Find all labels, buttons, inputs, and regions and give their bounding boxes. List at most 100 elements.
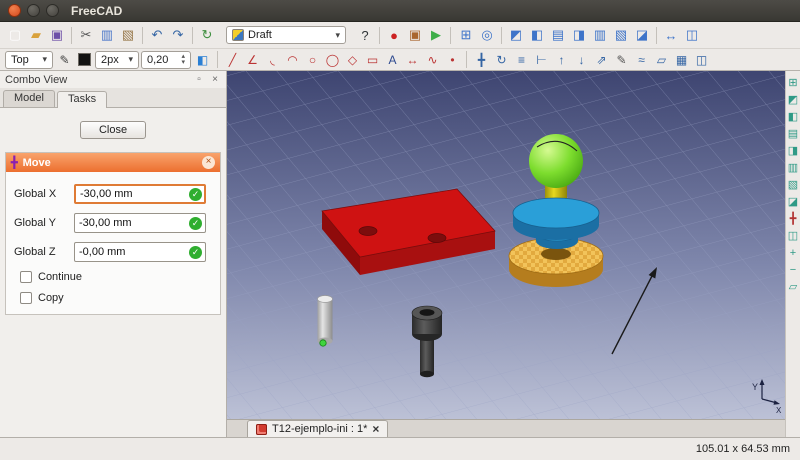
whats-this-icon[interactable]: ? (355, 25, 375, 45)
close-panel-icon[interactable]: × (209, 74, 221, 85)
tab-tasks[interactable]: Tasks (56, 91, 108, 108)
redo-icon[interactable]: ↷ (168, 25, 188, 45)
spinner-down-icon[interactable]: ▾ (181, 59, 185, 66)
view-fit-all-icon[interactable]: ⊞ (456, 25, 476, 45)
window-maximize-button[interactable] (46, 4, 59, 17)
spinner-buttons[interactable]: ▴ ▾ (181, 53, 185, 66)
draft-trimex-icon[interactable]: ⊢ (532, 51, 551, 69)
view-stereo-icon[interactable]: ◫ (682, 25, 702, 45)
close-task-icon[interactable]: × (202, 156, 215, 169)
view-draw-style-icon[interactable]: ◎ (477, 25, 497, 45)
draft-shape-2d-view-icon[interactable]: ▱ (652, 51, 671, 69)
cut-icon[interactable]: ✂ (76, 25, 96, 45)
macro-play-icon[interactable]: ▶ (426, 25, 446, 45)
view-zoom-in-icon[interactable]: + (787, 247, 800, 260)
window-close-button[interactable] (8, 4, 21, 17)
workbench-selector[interactable]: Draft ▾ (226, 26, 346, 44)
draft-ellipse-icon[interactable]: ◯ (323, 51, 342, 69)
open-folder-icon[interactable]: ▰ (26, 25, 46, 45)
draft-polyline-icon[interactable]: ∠ (243, 51, 262, 69)
global-y-input[interactable] (74, 213, 206, 233)
copy-icon[interactable]: ▥ (97, 25, 117, 45)
continue-checkbox[interactable] (20, 271, 32, 283)
view-rear-icon[interactable]: ▥ (787, 162, 800, 175)
view-clipping-icon[interactable]: ▱ (787, 281, 800, 294)
view-axis-cross-icon[interactable]: ╋ (787, 213, 800, 226)
global-z-input[interactable] (74, 242, 206, 262)
working-plane-button[interactable]: Top ▾ (5, 50, 53, 69)
draft-rectangle-icon[interactable]: ▭ (363, 51, 382, 69)
tab-model[interactable]: Model (3, 90, 55, 107)
chevron-down-icon: ▾ (128, 54, 133, 64)
view-right-icon[interactable]: ◨ (569, 25, 589, 45)
global-x-label: Global X (14, 188, 57, 200)
new-document-icon[interactable]: ▢ (5, 25, 25, 45)
draft-style-pen-icon[interactable]: ✎ (55, 51, 74, 69)
view-top-icon[interactable]: ▤ (787, 128, 800, 141)
view-axonometric-icon[interactable]: ◩ (506, 25, 526, 45)
paste-icon[interactable]: ▧ (118, 25, 138, 45)
move-task-header: ╋ Move × (6, 153, 220, 172)
toggle-construction-mode-icon[interactable]: ◧ (193, 51, 212, 69)
document-tab[interactable]: T12-ejemplo-ini : 1* × (247, 420, 389, 437)
draft-bspline-icon[interactable]: ∿ (423, 51, 442, 69)
draft-arc-icon[interactable]: ◠ (283, 51, 302, 69)
view-bottom-icon[interactable]: ▧ (787, 179, 800, 192)
view-stereo-icon[interactable]: ◫ (787, 230, 800, 243)
draft-rotate-icon[interactable]: ↻ (492, 51, 511, 69)
draft-dimension-icon[interactable]: ↔ (403, 51, 422, 69)
view-zoom-out-icon[interactable]: − (787, 264, 800, 277)
style-group: ✎ (55, 51, 74, 69)
task-close-button[interactable]: Close (79, 121, 147, 139)
draft-circle-icon[interactable]: ○ (303, 51, 322, 69)
view-right-icon[interactable]: ◨ (787, 145, 800, 158)
draft-scale-icon[interactable]: ⇗ (592, 51, 611, 69)
view-top-icon[interactable]: ▤ (548, 25, 568, 45)
undo-icon[interactable]: ↶ (147, 25, 167, 45)
window-minimize-button[interactable] (27, 4, 40, 17)
title-bar[interactable]: FreeCAD (0, 0, 800, 22)
macro-toolbar-group: ? ● ▣ ▶ (355, 25, 454, 45)
draft-wire-to-bspline-icon[interactable]: ≈ (632, 51, 651, 69)
draft-downgrade-icon[interactable]: ↓ (572, 51, 591, 69)
view-axonometric-icon[interactable]: ◩ (787, 94, 800, 107)
save-icon[interactable]: ▣ (47, 25, 67, 45)
view-measure-distance-icon[interactable]: ↔ (661, 25, 681, 45)
file-toolbar-group: ▢ ▰ ▣ ✂ ▥ ▧ ↶ ↷ ↻ (5, 25, 217, 45)
view-front-icon[interactable]: ◧ (787, 111, 800, 124)
view-left-icon[interactable]: ◪ (787, 196, 800, 209)
draft-move-icon[interactable]: ╋ (472, 51, 491, 69)
line-color-swatch[interactable] (78, 53, 91, 66)
undock-panel-icon[interactable]: ▫ (193, 74, 205, 85)
draft-create-group: ╱ ∠ ◟ ◠ ○ ◯ ◇ ▭ A ↔ ∿ • (223, 51, 470, 69)
copy-checkbox[interactable] (20, 292, 32, 304)
refresh-icon[interactable]: ↻ (197, 25, 217, 45)
macro-record-icon[interactable]: ● (384, 25, 404, 45)
draft-text-icon[interactable]: A (383, 51, 402, 69)
draft-polygon-icon[interactable]: ◇ (343, 51, 362, 69)
draft-array-icon[interactable]: ▦ (672, 51, 691, 69)
view-fit-all-icon[interactable]: ⊞ (787, 77, 800, 90)
scale-spinbox[interactable]: 0,20 ▴ ▾ (141, 50, 191, 69)
view-rear-icon[interactable]: ▥ (590, 25, 610, 45)
global-x-input[interactable] (74, 184, 206, 204)
view-bottom-icon[interactable]: ▧ (611, 25, 631, 45)
draft-edit-icon[interactable]: ✎ (612, 51, 631, 69)
view-left-icon[interactable]: ◪ (632, 25, 652, 45)
draft-fillet-icon[interactable]: ◟ (263, 51, 282, 69)
global-y-label: Global Y (14, 217, 56, 229)
line-width-selector[interactable]: 2px ▾ (95, 50, 139, 69)
draft-line-icon[interactable]: ╱ (223, 51, 242, 69)
draft-offset-icon[interactable]: ≡ (512, 51, 531, 69)
draft-upgrade-icon[interactable]: ↑ (552, 51, 571, 69)
view-front-icon[interactable]: ◧ (527, 25, 547, 45)
green-sphere[interactable] (529, 134, 583, 188)
3d-viewport[interactable]: Y X (227, 71, 785, 419)
tab-close-icon[interactable]: × (372, 423, 379, 435)
draft-clone-icon[interactable]: ◫ (692, 51, 711, 69)
copy-label: Copy (38, 292, 64, 304)
blue-disc[interactable] (512, 197, 600, 240)
draft-point-icon[interactable]: • (443, 51, 462, 69)
macro-edit-icon[interactable]: ▣ (405, 25, 425, 45)
gray-pin[interactable] (317, 295, 333, 347)
